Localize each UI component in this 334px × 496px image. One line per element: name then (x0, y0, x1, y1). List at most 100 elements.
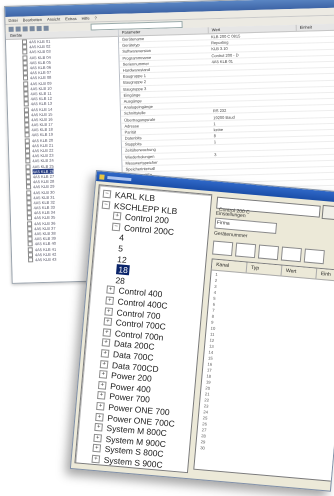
expander-icon[interactable]: + (100, 349, 110, 358)
expander-icon[interactable]: + (101, 338, 111, 348)
table-cell (299, 176, 334, 177)
company-label: Firma (216, 219, 230, 227)
row-number: 17 (206, 366, 212, 373)
row-number: 1 (215, 271, 218, 277)
expander-icon[interactable]: − (102, 189, 112, 199)
table-cell (295, 46, 334, 47)
settings-icon[interactable] (43, 25, 49, 31)
expander-icon[interactable]: − (101, 200, 111, 209)
tree-node-label: Control 200C (123, 222, 175, 237)
menu-item[interactable]: Datei (8, 17, 18, 24)
number-field-5[interactable] (303, 248, 325, 265)
table-cell (212, 164, 299, 166)
print-icon[interactable] (29, 25, 35, 31)
expander-icon[interactable]: + (92, 444, 102, 453)
expander-icon[interactable]: + (106, 285, 115, 295)
row-number: 30 (200, 444, 206, 451)
number-field-1[interactable] (212, 240, 234, 257)
new-icon[interactable] (8, 26, 14, 32)
expander-icon[interactable]: + (97, 380, 107, 390)
expander-icon[interactable]: + (105, 296, 114, 306)
expander-icon[interactable]: + (99, 359, 109, 369)
table-cell (211, 146, 298, 148)
expander-icon[interactable]: + (97, 391, 106, 401)
row-number: 18 (206, 372, 212, 379)
table-cell (209, 84, 296, 86)
expander-icon[interactable]: + (96, 401, 105, 411)
row-number: 27 (201, 426, 207, 433)
column-header[interactable]: Einheit (296, 23, 334, 31)
expander-icon[interactable]: + (103, 317, 113, 327)
table-cell (211, 158, 298, 160)
menu-item[interactable]: Ansicht (47, 15, 60, 22)
table-cell (295, 39, 334, 40)
row-number: 24 (203, 408, 209, 415)
device-type-tree[interactable]: − KARL KLB − KSCHLEPP KLB + Control 200− Contr… (74, 184, 213, 474)
table-cell (298, 151, 334, 152)
table-cell (298, 145, 334, 146)
table-cell (295, 52, 334, 53)
row-number: 12 (209, 337, 215, 343)
table-cell (212, 177, 299, 179)
number-field-3[interactable] (257, 244, 280, 261)
expander-icon[interactable]: + (94, 423, 103, 432)
row-number: 14 (208, 349, 214, 355)
device-dialog: − KARL KLB − KSCHLEPP KLB + Control 200− Contr… (69, 170, 334, 492)
row-number: 8 (211, 313, 215, 319)
table-cell (297, 108, 334, 109)
dropdown-button[interactable] (321, 204, 334, 221)
table-cell (297, 95, 334, 96)
menu-item[interactable]: ? (94, 14, 96, 21)
row-number: 29 (200, 438, 206, 445)
row-number: 25 (202, 414, 208, 421)
table-cell (298, 138, 334, 139)
expander-icon[interactable]: + (98, 370, 108, 379)
save-icon[interactable] (22, 25, 28, 31)
table-cell (296, 58, 334, 59)
table-cell (209, 72, 296, 74)
expander-icon[interactable]: + (93, 433, 102, 443)
table-cell (296, 64, 334, 65)
row-number: 19 (205, 378, 211, 385)
table-cell (210, 96, 297, 98)
table-cell (212, 171, 299, 173)
table-cell (297, 114, 334, 115)
table-cell (209, 90, 296, 92)
menu-item[interactable]: Extras (65, 15, 77, 22)
row-number: 13 (208, 343, 215, 349)
refresh-icon[interactable] (36, 25, 42, 31)
number-field-2[interactable] (234, 242, 257, 259)
expander-icon[interactable]: + (104, 306, 114, 316)
detail-panel: Control 200 C Einstellungen Firma Geräte… (191, 194, 334, 485)
row-number: 22 (204, 396, 210, 403)
number-field-4[interactable] (280, 246, 302, 263)
table-cell (298, 132, 334, 133)
table-cell (297, 120, 334, 121)
row-number: 26 (202, 420, 208, 427)
menu-item[interactable]: Bearbeiten (23, 16, 43, 24)
device-number-label: Gerätenummer (213, 230, 248, 240)
table-cell (296, 70, 334, 71)
tree-item-label: 4A5 KLB 43 (35, 256, 57, 263)
table-cell (299, 182, 334, 183)
table-cell (209, 65, 296, 67)
open-icon[interactable] (15, 26, 21, 32)
menu-item[interactable]: Hilfe (81, 15, 89, 22)
expander-icon[interactable]: + (91, 454, 101, 464)
expander-icon[interactable]: − (111, 222, 121, 232)
table-cell (297, 101, 334, 102)
table-cell (296, 77, 334, 78)
tree-node-icon (28, 257, 34, 263)
table-cell (299, 163, 334, 164)
row-number: 20 (205, 384, 211, 391)
table-cell (295, 33, 334, 34)
expander-icon[interactable]: + (112, 211, 122, 221)
channel-list[interactable]: Kanal Typ Wert Einh 1 2 3 4 5 6 7 8 9 10 11 12 13 14 15 16… (193, 258, 334, 482)
table-cell (298, 157, 334, 158)
row-number: 9 (211, 319, 214, 325)
expander-icon[interactable]: + (102, 328, 112, 337)
row-number: 5 (213, 295, 216, 301)
row-number: 3 (214, 283, 217, 289)
row-number: 4 (213, 289, 217, 295)
expander-icon[interactable]: + (95, 412, 104, 422)
